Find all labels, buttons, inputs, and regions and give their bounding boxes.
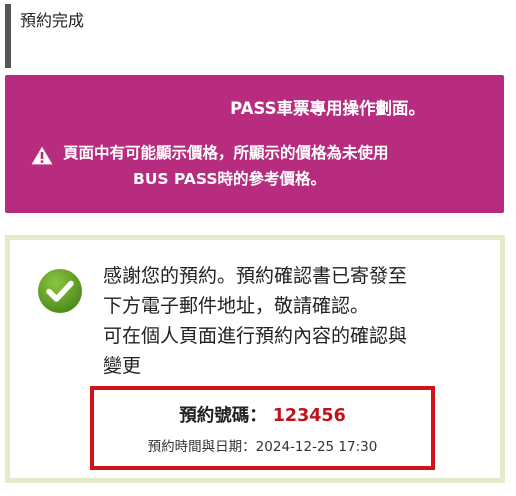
reservation-confirmation: 感謝您的預約。預約確認書已寄發至 下方電子郵件地址，敬請確認。 可在個人頁面進行… xyxy=(5,235,505,483)
reservation-number: 預約號碼： 123456 xyxy=(94,404,431,428)
notice-heading: PASS車票專用操作劃面。 xyxy=(230,99,425,118)
notice-warning-text: 頁面中有可能顯示價格，所顯示的價格為未使用 BUS PASS時的參考價格。 xyxy=(63,140,493,192)
notice-warning-line: BUS PASS時的參考價格。 xyxy=(133,170,327,188)
confirmation-message-line: 下方電子郵件地址，敬請確認。 xyxy=(103,295,370,317)
page-header: 預約完成 xyxy=(5,4,510,68)
reservation-datetime-value: 2024-12-25 17:30 xyxy=(255,439,378,455)
page-title: 預約完成 xyxy=(20,11,85,30)
check-circle-icon xyxy=(38,269,82,313)
warning-icon xyxy=(31,146,53,165)
reservation-number-label: 預約號碼： xyxy=(179,406,267,426)
confirmation-message-line: 感謝您的預約。預約確認書已寄發至 xyxy=(103,265,408,287)
reservation-number-value: 123456 xyxy=(272,406,346,426)
notice-warning-line: 頁面中有可能顯示價格，所顯示的價格為未使用 xyxy=(63,144,389,162)
reservation-datetime: 預約時間與日期：2024-12-25 17:30 xyxy=(94,437,431,457)
confirmation-message-line: 變更 xyxy=(103,355,142,377)
confirmation-message: 感謝您的預約。預約確認書已寄發至 下方電子郵件地址，敬請確認。 可在個人頁面進行… xyxy=(103,261,493,381)
reservation-info-box: 預約號碼： 123456 預約時間與日期：2024-12-25 17:30 xyxy=(90,386,435,470)
reservation-datetime-label: 預約時間與日期： xyxy=(147,439,256,455)
pass-notice-banner: PASS車票專用操作劃面。 頁面中有可能顯示價格，所顯示的價格為未使用 BUS … xyxy=(5,75,504,213)
confirmation-message-line: 可在個人頁面進行預約內容的確認與 xyxy=(103,325,408,347)
notice-warning: 頁面中有可能顯示價格，所顯示的價格為未使用 BUS PASS時的參考價格。 xyxy=(31,140,491,196)
